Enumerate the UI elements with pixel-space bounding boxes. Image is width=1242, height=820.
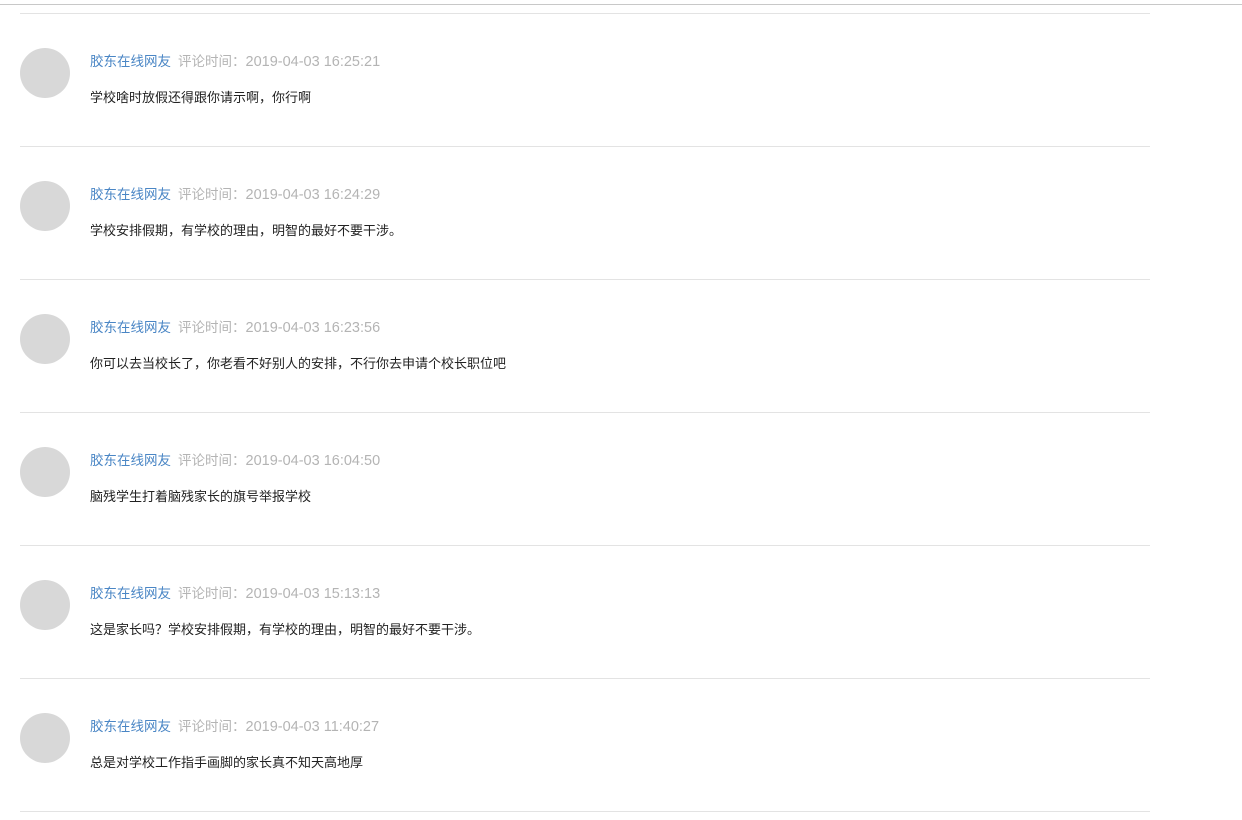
avatar[interactable]	[20, 713, 70, 763]
comment-time-label: 评论时间：	[178, 453, 246, 469]
comment-meta: 胶东在线网友 评论时间：2019-04-03 16:04:50	[90, 452, 380, 470]
comment-meta: 胶东在线网友 评论时间：2019-04-03 11:40:27	[90, 718, 379, 736]
comment-text: 脑残学生打着脑残家长的旗号举报学校	[90, 490, 312, 505]
comment-time-label: 评论时间：	[178, 719, 246, 735]
comment-item: 胶东在线网友 评论时间：2019-04-03 11:40:27 总是对学校工作指手…	[20, 679, 1150, 812]
comment-text: 学校啥时放假还得跟你请示啊，你行啊	[90, 91, 312, 106]
comment-meta: 胶东在线网友 评论时间：2019-04-03 15:13:13	[90, 585, 380, 603]
comment-item: 胶东在线网友 评论时间：2019-04-03 16:04:50 脑残学生打着脑残家…	[20, 413, 1150, 546]
comment-time-label: 评论时间：	[178, 586, 246, 602]
comment-meta: 胶东在线网友 评论时间：2019-04-03 16:23:56	[90, 319, 380, 337]
comment-text: 这是家长吗？学校安排假期，有学校的理由，明智的最好不要干涉。	[90, 623, 481, 638]
comment-time: 2019-04-03 11:40:27	[245, 719, 380, 735]
author-link[interactable]: 胶东在线网友	[90, 54, 171, 70]
comment-item: 胶东在线网友 评论时间：2019-04-03 16:24:29 学校安排假期，有学…	[20, 147, 1150, 280]
avatar[interactable]	[20, 314, 70, 364]
comment-time: 2019-04-03 15:13:13	[245, 586, 381, 602]
author-link[interactable]: 胶东在线网友	[90, 586, 171, 602]
comment-meta: 胶东在线网友 评论时间：2019-04-03 16:24:29	[90, 186, 380, 204]
top-divider	[0, 4, 1242, 5]
comment-time-label: 评论时间：	[178, 320, 246, 336]
comment-list: 胶东在线网友 评论时间：2019-04-03 16:25:21 学校啥时放假还得跟…	[20, 13, 1150, 812]
comment-text: 总是对学校工作指手画脚的家长真不知天高地厚	[90, 756, 364, 771]
comment-time: 2019-04-03 16:23:56	[245, 320, 381, 336]
comment-time: 2019-04-03 16:24:29	[245, 187, 381, 203]
comment-text: 学校安排假期，有学校的理由，明智的最好不要干涉。	[90, 224, 403, 239]
comment-time: 2019-04-03 16:25:21	[245, 54, 381, 70]
comment-text: 你可以去当校长了，你老看不好别人的安排，不行你去申请个校长职位吧	[90, 357, 507, 372]
comment-time: 2019-04-03 16:04:50	[245, 453, 381, 469]
comment-item: 胶东在线网友 评论时间：2019-04-03 15:13:13 这是家长吗？学校安…	[20, 546, 1150, 679]
comment-time-label: 评论时间：	[178, 54, 246, 70]
avatar[interactable]	[20, 447, 70, 497]
author-link[interactable]: 胶东在线网友	[90, 187, 171, 203]
author-link[interactable]: 胶东在线网友	[90, 453, 171, 469]
comment-time-label: 评论时间：	[178, 187, 246, 203]
avatar[interactable]	[20, 580, 70, 630]
comment-item: 胶东在线网友 评论时间：2019-04-03 16:25:21 学校啥时放假还得跟…	[20, 14, 1150, 147]
avatar[interactable]	[20, 48, 70, 98]
author-link[interactable]: 胶东在线网友	[90, 320, 171, 336]
comment-item: 胶东在线网友 评论时间：2019-04-03 16:23:56 你可以去当校长了，…	[20, 280, 1150, 413]
comment-meta: 胶东在线网友 评论时间：2019-04-03 16:25:21	[90, 53, 380, 71]
avatar[interactable]	[20, 181, 70, 231]
author-link[interactable]: 胶东在线网友	[90, 719, 171, 735]
